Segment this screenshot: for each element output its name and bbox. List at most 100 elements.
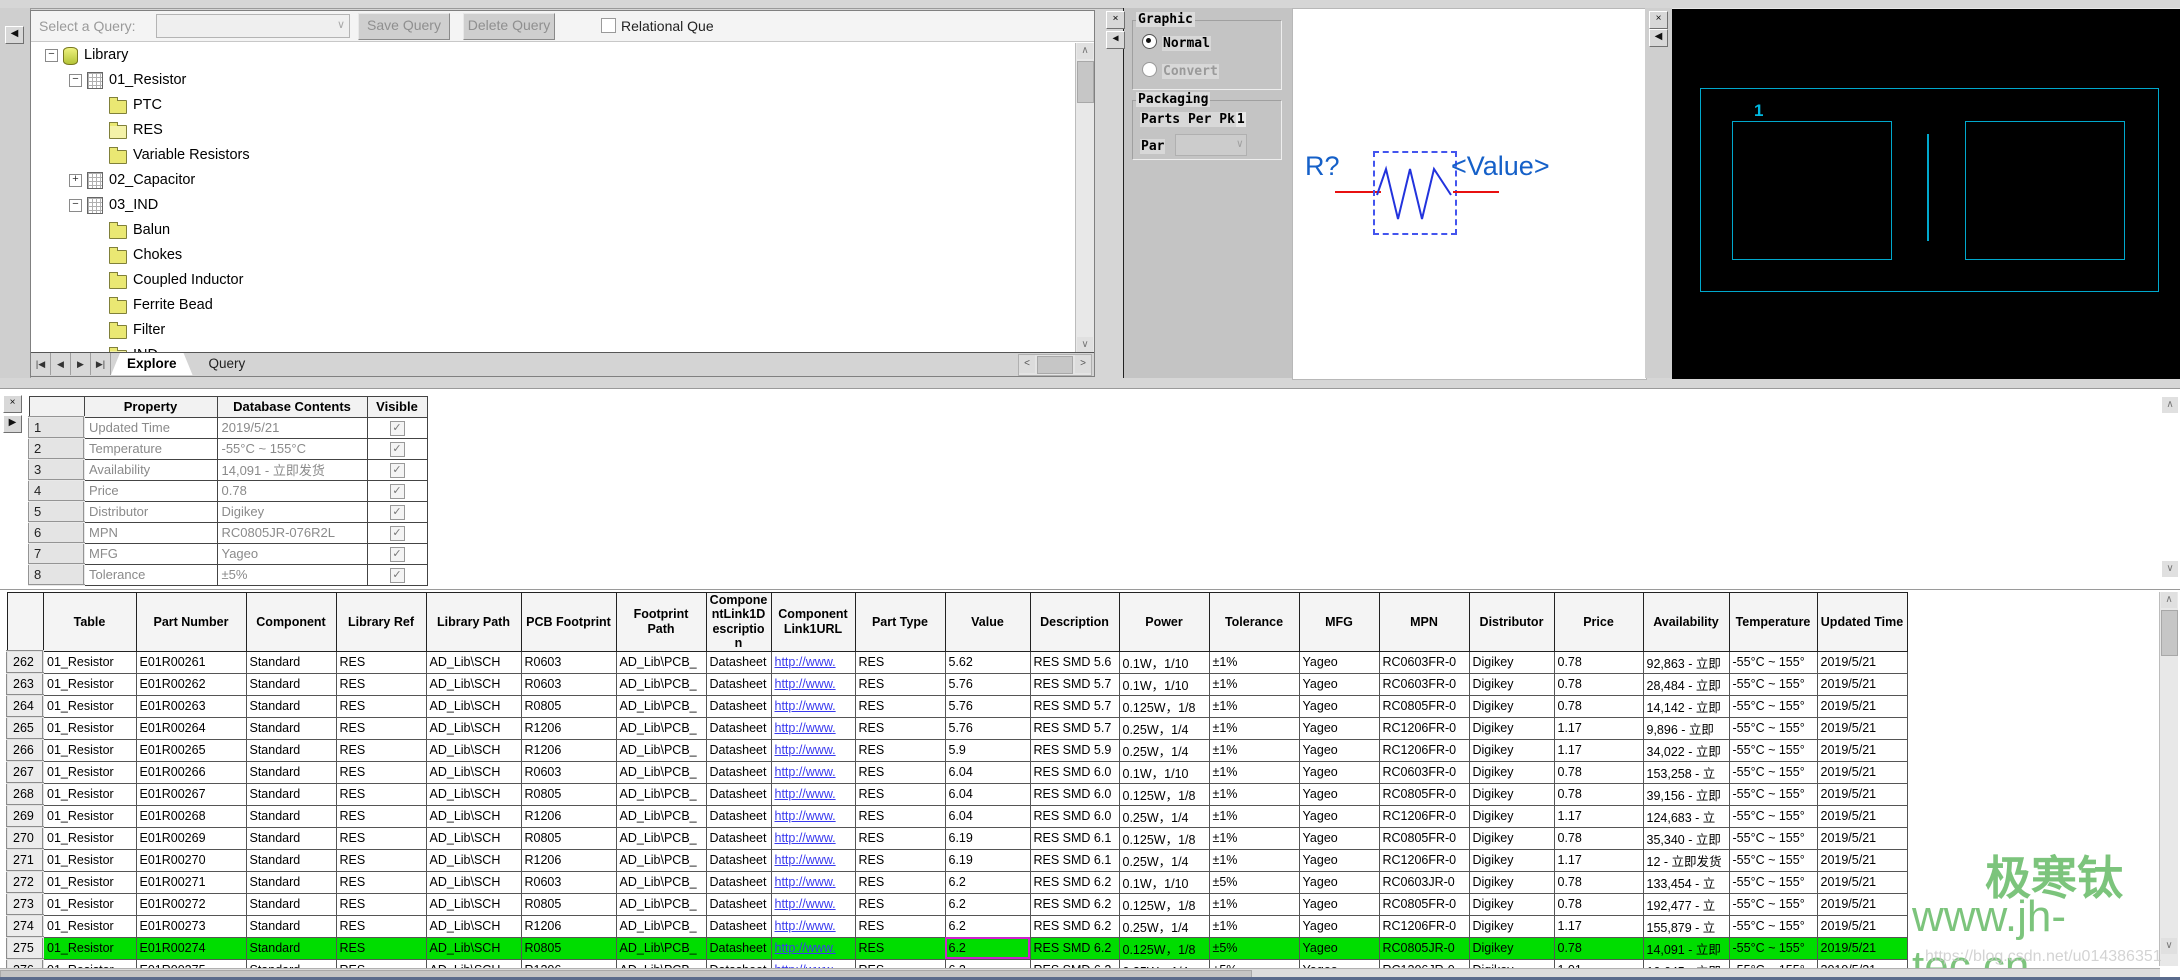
cell-footprint-path[interactable]: AD_Lib\PCB_ <box>615 650 707 674</box>
cell-library-ref[interactable]: RES <box>335 892 427 916</box>
column-header-pcb-footprint[interactable]: PCB Footprint <box>520 592 617 652</box>
column-header-link-url[interactable]: ComponentLink1URL <box>770 592 856 652</box>
cell-mpn[interactable]: RC0603FR-0 <box>1378 672 1470 696</box>
property-contents-cell[interactable]: RC0805JR-076R2L <box>216 521 368 544</box>
cell-price[interactable]: 0.78 <box>1553 782 1644 806</box>
tab-explore[interactable]: Explore <box>111 353 193 375</box>
cell-library-path[interactable]: AD_Lib\SCH <box>425 826 522 850</box>
cell-component[interactable]: Standard <box>245 716 337 740</box>
cell-link-desc[interactable]: Datasheet <box>705 892 772 916</box>
cell-description[interactable]: RES SMD 6.1 <box>1029 848 1120 872</box>
close-icon[interactable]: × <box>1649 11 1668 29</box>
cell-distributor[interactable]: Digikey <box>1468 650 1555 674</box>
cell-power[interactable]: 0.125W，1/8 <box>1118 892 1210 916</box>
cell-part-number[interactable]: E01R00261 <box>135 650 247 674</box>
column-header-distributor[interactable]: Distributor <box>1468 592 1555 652</box>
cell-component[interactable]: Standard <box>245 672 337 696</box>
cell-mpn[interactable]: RC1206FR-0 <box>1378 738 1470 762</box>
cell-temperature[interactable]: -55°C ~ 155° <box>1728 870 1818 894</box>
cell-temperature[interactable]: -55°C ~ 155° <box>1728 936 1818 960</box>
cell-value[interactable]: 6.04 <box>944 760 1031 784</box>
cell-power[interactable]: 0.1W，1/10 <box>1118 650 1210 674</box>
scroll-up-icon[interactable]: ∧ <box>2162 397 2178 413</box>
cell-part-number[interactable]: E01R00267 <box>135 782 247 806</box>
scroll-up-icon[interactable]: ∧ <box>1077 43 1093 59</box>
cell-value[interactable]: 6.2 <box>944 914 1031 938</box>
cell-mpn[interactable]: RC0603JR-0 <box>1378 870 1470 894</box>
cell-link-url[interactable]: http://www. <box>770 892 856 916</box>
cell-temperature[interactable]: -55°C ~ 155° <box>1728 694 1818 718</box>
cell-distributor[interactable]: Digikey <box>1468 804 1555 828</box>
cell-mpn[interactable]: RC1206FR-0 <box>1378 716 1470 740</box>
property-visible-cell[interactable]: ✓ <box>366 416 428 439</box>
cell-library-ref[interactable]: RES <box>335 936 427 960</box>
cell-library-ref[interactable]: RES <box>335 826 427 850</box>
cell-link-url[interactable]: http://www. <box>770 870 856 894</box>
cell-availability[interactable]: 192,477 - 立 <box>1642 892 1730 916</box>
radio-convert[interactable]: Convert <box>1142 60 1219 79</box>
cell-component[interactable]: Standard <box>245 760 337 784</box>
cell-component[interactable]: Standard <box>245 936 337 960</box>
cell-distributor[interactable]: Digikey <box>1468 892 1555 916</box>
cell-footprint-path[interactable]: AD_Lib\PCB_ <box>615 826 707 850</box>
scroll-left-icon[interactable]: < <box>1019 355 1035 373</box>
close-icon[interactable]: × <box>3 395 22 413</box>
tree-item-coupled-inductor[interactable]: Coupled Inductor <box>31 268 1071 293</box>
cell-part-type[interactable]: RES <box>854 760 946 784</box>
cell-availability[interactable]: 28,484 - 立即 <box>1642 672 1730 696</box>
cell-link-url[interactable]: http://www. <box>770 760 856 784</box>
cell-value[interactable]: 6.2 <box>944 870 1031 894</box>
cell-library-path[interactable]: AD_Lib\SCH <box>425 738 522 762</box>
cell-mfg[interactable]: Yageo <box>1298 716 1380 740</box>
cell-mpn[interactable]: RC0805JR-0 <box>1378 936 1470 960</box>
cell-value[interactable]: 5.62 <box>944 650 1031 674</box>
cell-library-path[interactable]: AD_Lib\SCH <box>425 760 522 784</box>
cell-distributor[interactable]: Digikey <box>1468 760 1555 784</box>
cell-updated-time[interactable]: 2019/5/21 <box>1816 694 1908 718</box>
property-contents-cell[interactable]: 0.78 <box>216 479 368 502</box>
property-name-cell[interactable]: Tolerance <box>83 563 218 586</box>
cell-pcb-footprint[interactable]: R1206 <box>520 804 617 828</box>
property-visible-cell[interactable]: ✓ <box>366 500 428 523</box>
cell-footprint-path[interactable]: AD_Lib\PCB_ <box>615 892 707 916</box>
collapse-right-icon[interactable]: ▶ <box>3 415 22 433</box>
checked-checkbox-icon[interactable]: ✓ <box>389 526 405 541</box>
cell-tolerance[interactable]: ±1% <box>1208 694 1300 718</box>
cell-description[interactable]: RES SMD 6.2 <box>1029 914 1120 938</box>
cell-temperature[interactable]: -55°C ~ 155° <box>1728 892 1818 916</box>
cell-price[interactable]: 0.78 <box>1553 826 1644 850</box>
cell-table[interactable]: 01_Resistor <box>42 760 137 784</box>
close-icon[interactable]: × <box>1106 11 1125 29</box>
cell-part-number[interactable]: E01R00269 <box>135 826 247 850</box>
tree-item-res[interactable]: RES <box>31 118 1071 143</box>
cell-updated-time[interactable]: 2019/5/21 <box>1816 914 1908 938</box>
column-header-part-type[interactable]: Part Type <box>854 592 946 652</box>
property-row-number[interactable]: 5 <box>28 500 85 523</box>
cell-distributor[interactable]: Digikey <box>1468 694 1555 718</box>
cell-component[interactable]: Standard <box>245 848 337 872</box>
column-header-updated-time[interactable]: Updated Time <box>1816 592 1908 652</box>
property-grid-header-1[interactable]: Property <box>83 396 218 418</box>
cell-component[interactable]: Standard <box>245 826 337 850</box>
cell-distributor[interactable]: Digikey <box>1468 936 1555 960</box>
cell-link-url[interactable]: http://www. <box>770 914 856 938</box>
cell-power[interactable]: 0.25W，1/4 <box>1118 848 1210 872</box>
cell-power[interactable]: 0.1W，1/10 <box>1118 870 1210 894</box>
cell-description[interactable]: RES SMD 6.2 <box>1029 936 1120 960</box>
cell-power[interactable]: 0.25W，1/4 <box>1118 738 1210 762</box>
cell-price[interactable]: 0.78 <box>1553 892 1644 916</box>
column-header-value[interactable]: Value <box>944 592 1031 652</box>
cell-power[interactable]: 0.1W，1/10 <box>1118 672 1210 696</box>
cell-mfg[interactable]: Yageo <box>1298 936 1380 960</box>
property-contents-cell[interactable]: -55°C ~ 155°C <box>216 437 368 460</box>
cell-pcb-footprint[interactable]: R0805 <box>520 826 617 850</box>
cell-description[interactable]: RES SMD 6.2 <box>1029 870 1120 894</box>
cell-part-type[interactable]: RES <box>854 848 946 872</box>
cell-table[interactable]: 01_Resistor <box>42 892 137 916</box>
column-header-footprint-path[interactable]: Footprint Path <box>615 592 707 652</box>
cell-pcb-footprint[interactable]: R0805 <box>520 782 617 806</box>
property-row-number[interactable]: 1 <box>28 416 85 439</box>
cell-part-number[interactable]: E01R00274 <box>135 936 247 960</box>
cell-mfg[interactable]: Yageo <box>1298 738 1380 762</box>
cell-link-url[interactable]: http://www. <box>770 826 856 850</box>
